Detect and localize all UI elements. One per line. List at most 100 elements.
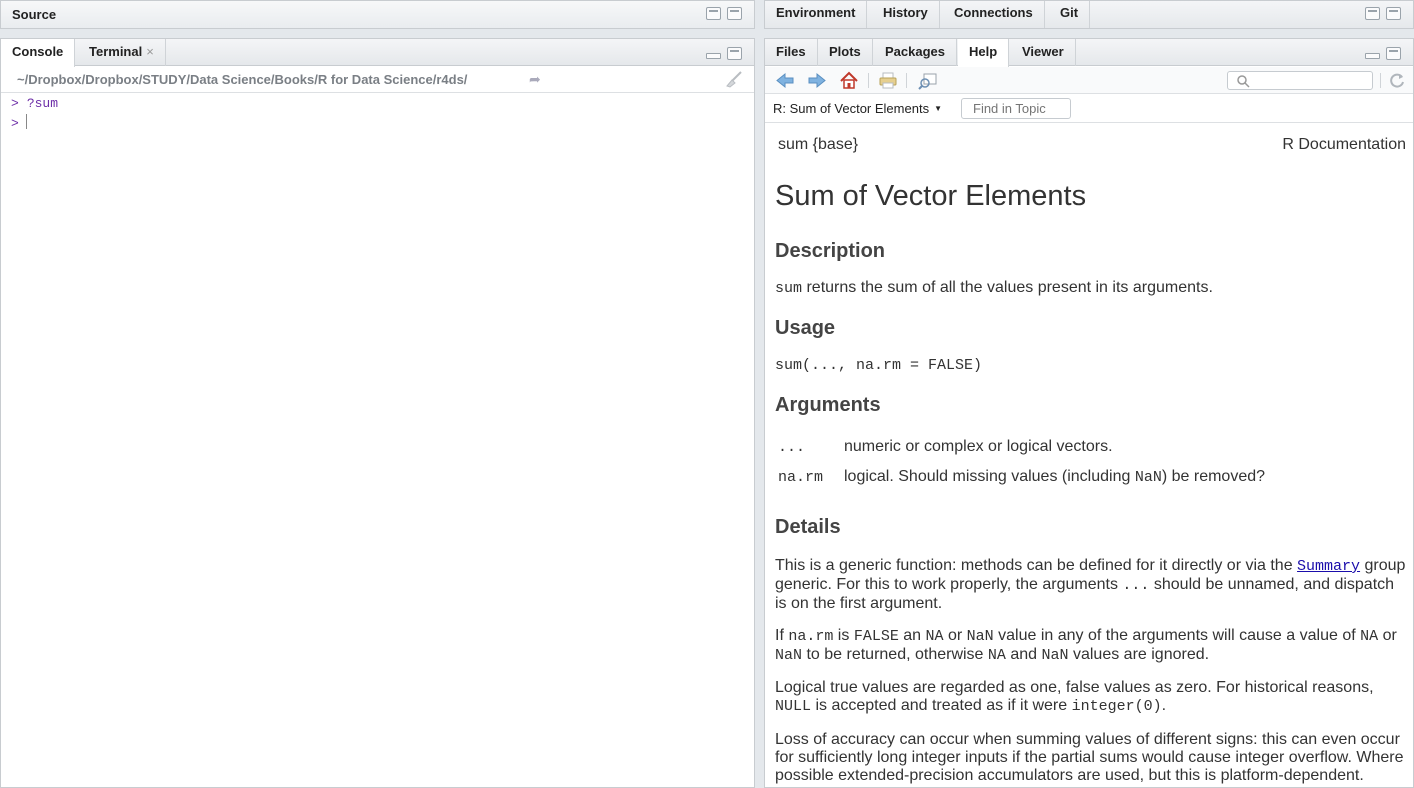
text: is <box>833 627 854 644</box>
inline-code: NaN <box>966 628 994 645</box>
doc-title: Sum of Vector Elements <box>775 180 1087 212</box>
chevron-down-icon: ▼ <box>934 104 942 113</box>
inline-code: NaN <box>1041 647 1069 664</box>
working-directory-path: ~/Dropbox/Dropbox/STUDY/Data Science/Boo… <box>17 72 468 87</box>
tab-plots[interactable]: Plots <box>818 39 873 66</box>
refresh-icon[interactable] <box>1387 71 1407 90</box>
text-cursor <box>25 114 27 129</box>
inline-code: NA <box>1360 628 1379 645</box>
inline-code: NaN <box>1134 469 1162 486</box>
help-pane: Files Plots Packages Help Viewer R: Sum … <box>764 38 1414 788</box>
argument-description-end: ) be removed? <box>1161 468 1266 485</box>
inline-code: ... <box>1122 577 1150 594</box>
help-tabstrip: Files Plots Packages Help Viewer <box>765 39 1413 67</box>
tab-help[interactable]: Help <box>958 39 1010 67</box>
tab-files-label: Files <box>776 44 806 59</box>
argument-description: logical. Should missing values (includin… <box>844 468 1135 485</box>
console-input-line[interactable]: > <box>11 114 27 133</box>
tab-console[interactable]: Console <box>1 39 76 67</box>
tab-console-label: Console <box>12 44 64 59</box>
tab-history-label: History <box>883 5 928 20</box>
help-window-controls <box>1365 44 1401 60</box>
inline-code: integer(0) <box>1071 698 1162 715</box>
text: to be returned, otherwise <box>802 646 988 663</box>
console-command: ?sum <box>26 96 59 111</box>
text: This is a generic function: methods can … <box>775 557 1298 574</box>
inline-code: na.rm <box>788 628 834 645</box>
inline-code: sum <box>775 280 803 297</box>
home-icon[interactable] <box>839 71 859 90</box>
tab-files[interactable]: Files <box>765 39 818 66</box>
package-label: sum {base} <box>778 136 859 153</box>
argument-row: ... numeric or complex or logical vectors… <box>778 438 1113 456</box>
details-paragraph: If na.rm is FALSE an NA or NaN value in … <box>775 627 1407 665</box>
help-document: sum {base} R Documentation Sum of Vector… <box>765 124 1413 787</box>
text: is accepted and treated as if it were <box>811 697 1072 714</box>
inline-code: NaN <box>775 647 803 664</box>
print-icon[interactable] <box>878 71 898 90</box>
description-text: sum returns the sum of all the values pr… <box>775 279 1407 298</box>
maximize-pane-icon[interactable] <box>1386 7 1401 20</box>
show-in-new-window-icon[interactable] <box>918 71 938 90</box>
usage-code: sum(..., na.rm = FALSE) <box>775 357 983 374</box>
details-heading: Details <box>775 516 841 538</box>
close-terminal-icon[interactable]: × <box>146 44 154 59</box>
inline-code: FALSE <box>853 628 899 645</box>
tab-git-label: Git <box>1060 5 1079 20</box>
search-icon <box>1237 75 1250 88</box>
text: value in any of the arguments will cause… <box>993 627 1361 644</box>
maximize-pane-icon[interactable] <box>727 7 742 20</box>
environment-pane: Environment History Connections Git <box>764 0 1414 29</box>
details-paragraph: Logical true values are regarded as one,… <box>775 679 1407 716</box>
console-prompt: > <box>11 96 19 111</box>
forward-arrow-icon[interactable] <box>807 71 827 90</box>
goto-directory-icon[interactable]: ➦ <box>529 71 541 88</box>
restore-pane-icon[interactable] <box>703 4 721 20</box>
tab-terminal-label: Terminal <box>89 44 143 59</box>
tab-git[interactable]: Git <box>1049 1 1091 28</box>
restore-pane-icon[interactable] <box>1362 4 1380 20</box>
tab-viewer-label: Viewer <box>1022 44 1064 59</box>
argument-name: ... <box>778 439 806 456</box>
tab-history[interactable]: History <box>872 1 940 28</box>
text: an <box>898 627 926 644</box>
topic-dropdown[interactable]: R: Sum of Vector Elements ▼ <box>773 101 942 116</box>
minimize-pane-icon[interactable] <box>706 47 721 60</box>
text: values are ignored. <box>1068 646 1210 663</box>
tab-connections-label: Connections <box>954 5 1033 20</box>
description-heading: Description <box>775 240 886 262</box>
inline-code: NA <box>925 628 944 645</box>
argument-name: na.rm <box>778 469 824 486</box>
tab-packages[interactable]: Packages <box>874 39 957 66</box>
help-search-input[interactable] <box>1227 71 1373 90</box>
source-window-controls <box>703 4 742 20</box>
console-prompt: > <box>11 116 19 131</box>
tab-connections[interactable]: Connections <box>943 1 1045 28</box>
description-sentence: returns the sum of all the values presen… <box>802 279 1213 296</box>
r-documentation-label: R Documentation <box>1282 136 1406 153</box>
tab-viewer[interactable]: Viewer <box>1011 39 1076 66</box>
console-output[interactable]: > ?sum > <box>1 94 754 787</box>
tab-environment-label: Environment <box>776 5 856 20</box>
tab-terminal[interactable]: Terminal × <box>78 39 166 66</box>
tab-environment[interactable]: Environment <box>765 1 868 28</box>
tab-plots-label: Plots <box>829 44 861 59</box>
text: Logical true values are regarded as one,… <box>775 679 1374 696</box>
details-paragraph: This is a generic function: methods can … <box>775 557 1407 613</box>
text: If <box>775 627 789 644</box>
clear-console-icon[interactable] <box>724 70 744 88</box>
console-pane: Console Terminal × ~/Dropbox/Dropbox/STUD… <box>0 38 755 788</box>
text: . <box>1161 697 1167 714</box>
source-pane-title: Source <box>12 7 57 22</box>
console-path-bar: ~/Dropbox/Dropbox/STUDY/Data Science/Boo… <box>1 67 754 93</box>
back-arrow-icon[interactable] <box>775 71 795 90</box>
restore-pane-icon[interactable] <box>1383 44 1401 60</box>
summary-link[interactable]: Summary <box>1297 558 1360 575</box>
restore-pane-icon[interactable] <box>724 44 742 60</box>
inline-code: NULL <box>775 698 812 715</box>
minimize-pane-icon[interactable] <box>1365 47 1380 60</box>
text: or <box>1378 627 1397 644</box>
details-paragraph: Loss of accuracy can occur when summing … <box>775 731 1404 784</box>
doc-header: sum {base} R Documentation <box>778 136 1406 154</box>
find-in-topic-input[interactable] <box>961 98 1071 119</box>
